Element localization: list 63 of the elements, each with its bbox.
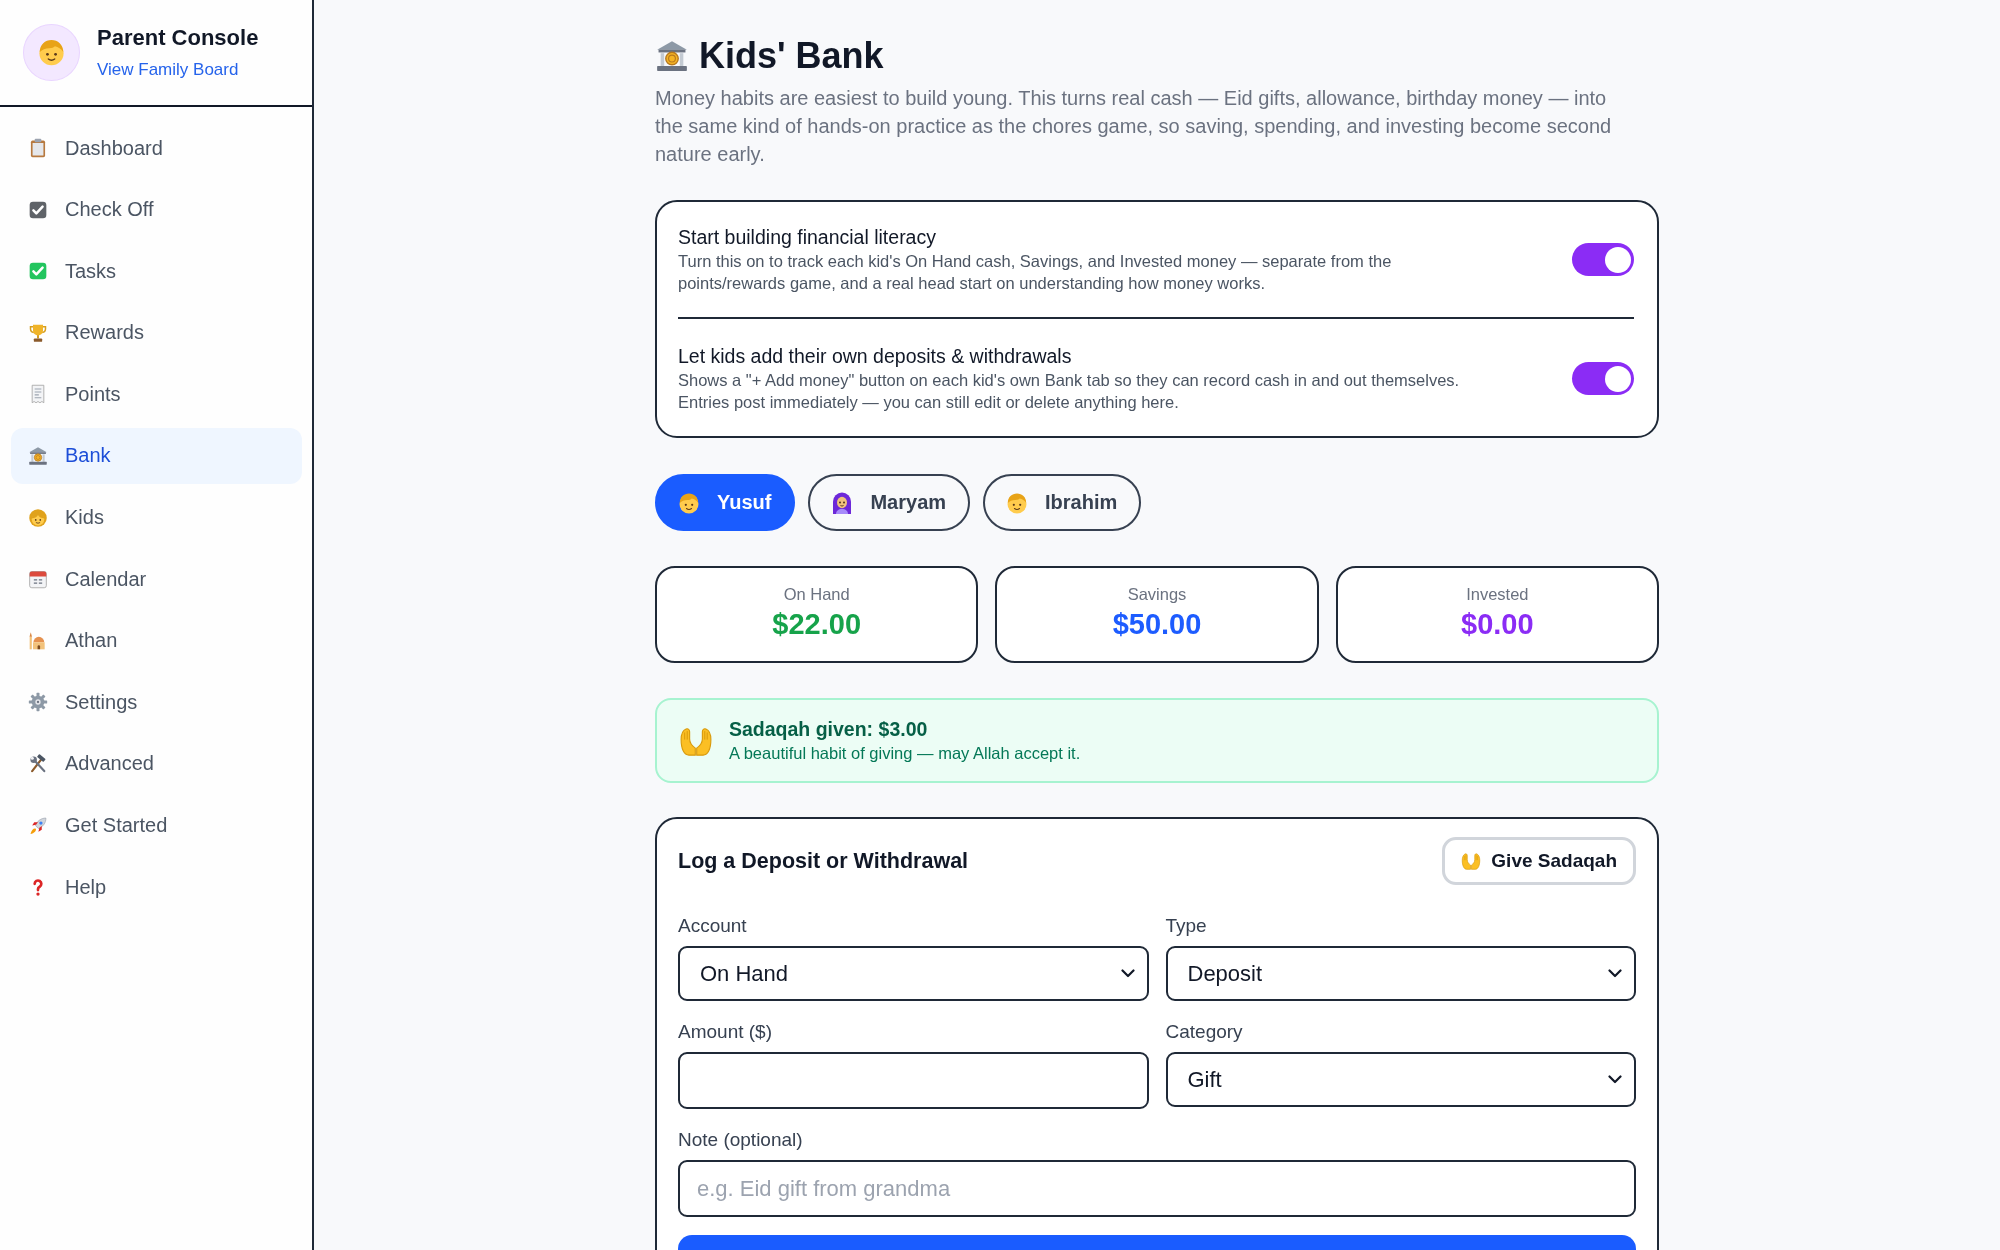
nav-item[interactable]: Rewards (11, 304, 302, 361)
nav-item[interactable]: Dashboard (11, 120, 302, 176)
balance-label: Savings (1127, 584, 1187, 605)
nav-item[interactable]: Kids (11, 489, 302, 546)
balance-amount: $0.00 (1461, 607, 1534, 641)
nav-item[interactable]: Bank (11, 427, 302, 484)
field-label: Account (678, 914, 747, 938)
page-title: Kids' Bank (699, 35, 884, 77)
setting-description: Turn this on to track each kid's On Hand cash, Savings, and Invested money — separate from the points/rewards game, and a real head start on understanding how money works. (678, 251, 1393, 294)
trophy-icon (28, 322, 48, 343)
mosque-icon (28, 630, 48, 651)
kid-tab[interactable]: Ibrahim (983, 474, 1142, 531)
nav-item[interactable]: Advanced (11, 735, 302, 792)
form-title: Log a Deposit or Withdrawal (678, 848, 969, 874)
setting-title: Start building financial literacy (678, 225, 936, 249)
toggle-switch[interactable] (1572, 243, 1634, 276)
kid-tab[interactable]: Yusuf (655, 474, 796, 531)
input-field[interactable] (678, 1052, 1149, 1109)
girl-face-icon (28, 507, 48, 528)
avatar-icon (23, 24, 80, 81)
balance-amount: $22.00 (772, 607, 861, 641)
input-field[interactable]: e.g. Eid gift from grandma (678, 1160, 1636, 1217)
balance-amount: $50.00 (1112, 607, 1202, 641)
family-board-link[interactable]: View Family Board (97, 59, 239, 81)
page-description: Money habits are easiest to build young. This turns real cash — Eid gifts, allowance, birthday money — into the same kind of hands-on practice as the chores game, so saving, spending, and investing become second nature early. (655, 86, 1613, 167)
sadaqah-total: Sadaqah given: $3.00 (729, 717, 928, 741)
nav-item[interactable]: Check Off (11, 181, 302, 238)
setting-title: Let kids add their own deposits & withdrawals (678, 344, 1072, 368)
nav-item[interactable]: Points (11, 366, 302, 423)
bank-icon (28, 445, 48, 466)
give-sadaqah-button[interactable]: Give Sadaqah (1442, 837, 1636, 885)
field-label: Note (optional) (678, 1128, 803, 1152)
rocket-icon (28, 815, 48, 836)
dropdown[interactable]: Gift (1165, 1052, 1636, 1107)
bank-icon (655, 39, 689, 73)
calendar-icon (28, 569, 48, 590)
chevron-down-icon (1608, 1075, 1622, 1084)
sadaqah-message: A beautiful habit of giving — may Allah accept it. (729, 743, 1081, 764)
kid-tab[interactable]: Maryam (808, 474, 971, 531)
setting-description: Shows a "+ Add money" button on each kid's own Bank tab so they can record cash in and out themselves. Entries post immediately — you can still edit or delete anything here. (678, 370, 1461, 413)
nav-item[interactable]: Settings (11, 674, 302, 731)
dropdown[interactable]: Deposit (1165, 946, 1636, 1001)
dropdown[interactable]: On Hand (678, 946, 1149, 1001)
console-title: Parent Console (97, 24, 259, 52)
nav-item[interactable]: Get Started (11, 797, 302, 854)
field-label: Category (1165, 1020, 1243, 1044)
checkbox-icon (28, 199, 48, 220)
nav-item[interactable]: Help (11, 859, 302, 916)
hammer-and-wrench-icon (28, 753, 48, 774)
nav-item[interactable]: Athan (11, 612, 302, 669)
nav-item[interactable]: Tasks (11, 243, 302, 300)
settings-icon (28, 692, 48, 713)
checkbox-icon (28, 261, 48, 282)
balance-label: On Hand (783, 584, 850, 605)
nav-item[interactable]: Calendar (11, 551, 302, 608)
chevron-down-icon (1120, 969, 1135, 978)
field-label: Amount ($) (678, 1020, 772, 1044)
chevron-down-icon (1608, 969, 1622, 978)
clipboard-icon (28, 138, 48, 158)
balance-label: Invested (1466, 584, 1529, 605)
open-hands-icon (1461, 851, 1482, 871)
toggle-switch[interactable] (1572, 362, 1634, 395)
field-label: Type (1165, 914, 1207, 938)
